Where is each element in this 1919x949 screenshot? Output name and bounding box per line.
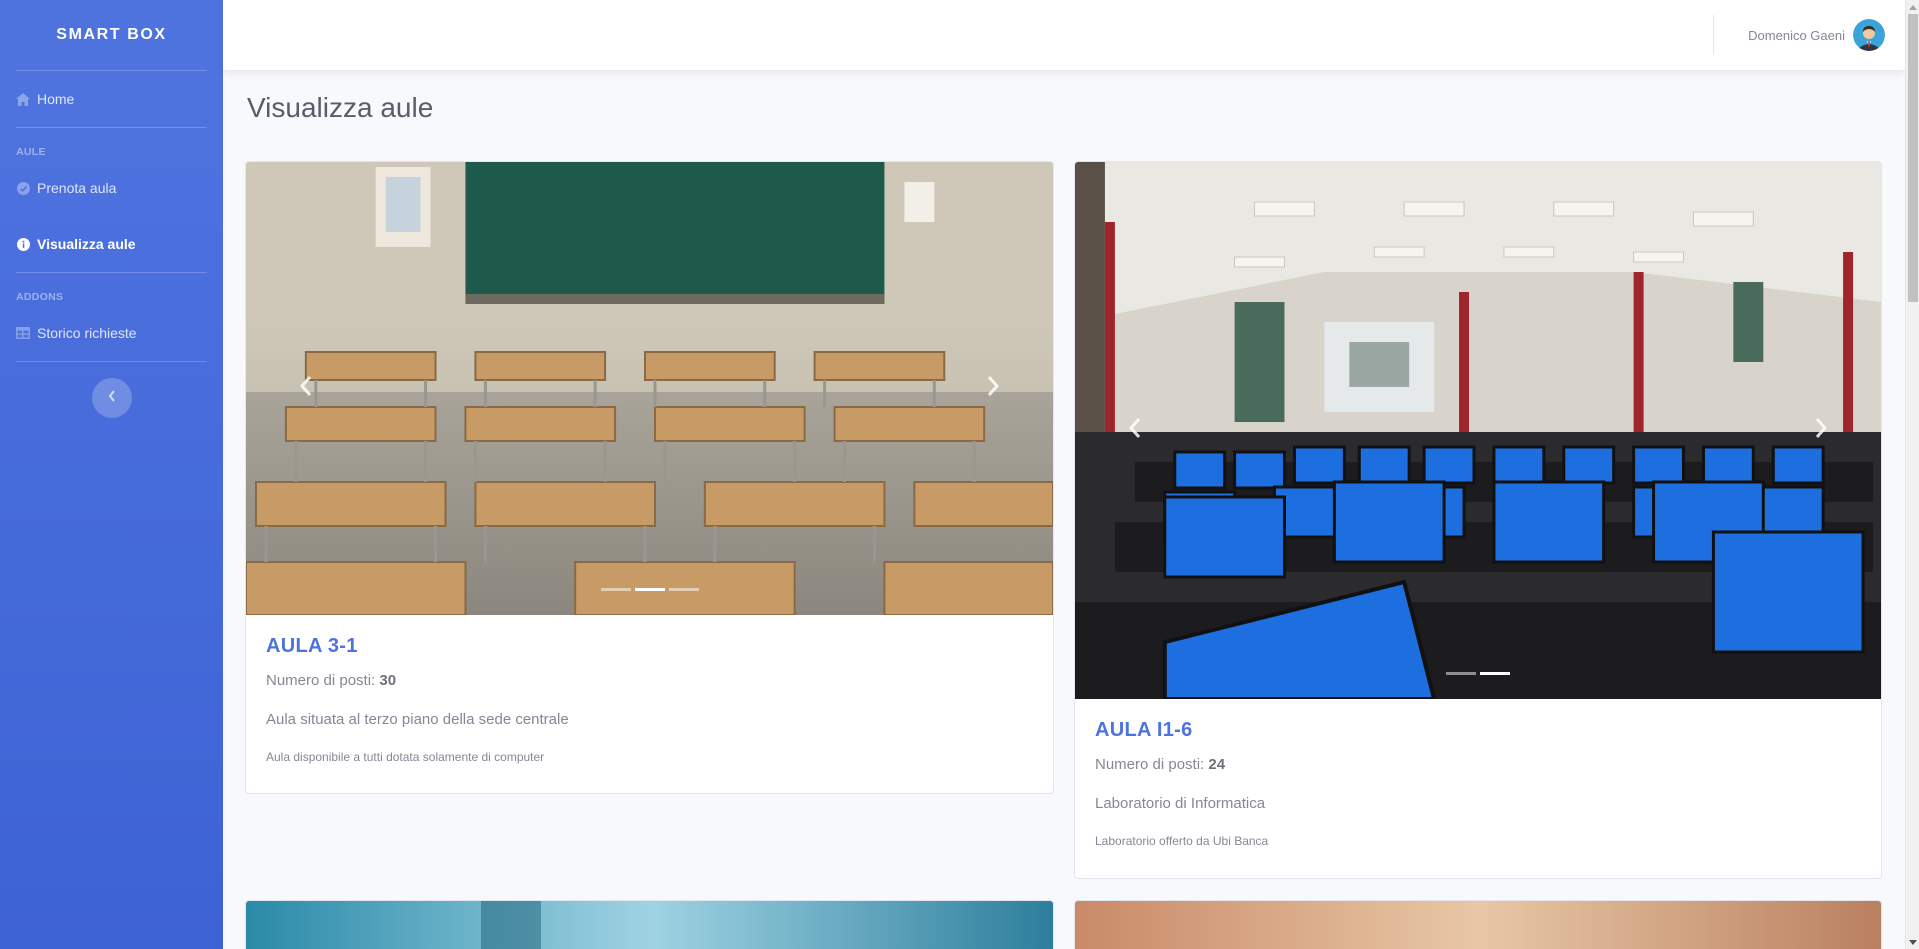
info-circle-icon [16, 237, 30, 251]
sidebar-item-prenota-aula[interactable]: Prenota aula [0, 160, 223, 216]
chevron-left-icon [1128, 417, 1142, 444]
room-title: AULA 3-1 [266, 635, 358, 657]
carousel-indicator[interactable] [1446, 672, 1476, 675]
room-card: AULA I1-6 Numero di posti: 24 Laboratori… [1074, 161, 1882, 879]
seats-label: Numero di posti: [1095, 756, 1209, 773]
scroll-down-arrow-icon[interactable] [1906, 935, 1919, 949]
seats-value: 24 [1208, 756, 1226, 773]
scroll-up-arrow-icon[interactable] [1906, 0, 1919, 14]
sidebar-item-label: Home [37, 91, 75, 107]
user-name: Domenico Gaeni [1748, 27, 1845, 43]
carousel-indicator[interactable] [668, 588, 699, 591]
carousel-indicator[interactable] [634, 588, 665, 591]
page-title: Visualizza aule [247, 92, 434, 123]
carousel-indicators [1075, 672, 1881, 675]
sidebar: SMART BOX Home AULE Prenota aula Visuali… [0, 0, 223, 949]
room-title: AULA I1-6 [1095, 719, 1193, 741]
sidebar-item-home[interactable]: Home [0, 71, 223, 127]
chevron-right-icon [986, 375, 1000, 402]
room-note: Laboratorio offerto da Ubi Banca [1095, 834, 1269, 848]
room-photo [1075, 901, 1881, 949]
sidebar-toggle-wrap [0, 362, 223, 418]
room-description: Laboratorio di Informatica [1095, 795, 1266, 812]
room-photo [246, 901, 1053, 949]
topbar-divider [1713, 15, 1714, 55]
room-seats: Numero di posti: 30 [266, 672, 1033, 689]
room-image-carousel [246, 162, 1053, 615]
room-seats: Numero di posti: 24 [1095, 756, 1861, 773]
room-card-body: AULA 3-1 Numero di posti: 30 Aula situat… [246, 615, 1053, 784]
seats-value: 30 [379, 672, 397, 689]
room-card [245, 900, 1054, 949]
sidebar-heading-aule: AULE [16, 146, 46, 158]
carousel-indicators [246, 588, 1053, 591]
sidebar-item-label: Visualizza aule [37, 236, 136, 252]
scrollbar-thumb[interactable] [1908, 14, 1918, 302]
room-description: Aula situata al terzo piano della sede c… [266, 711, 569, 728]
room-card [1074, 900, 1882, 949]
carousel-indicator[interactable] [600, 588, 631, 591]
classroom-photo [246, 162, 1053, 615]
room-image-carousel [1075, 162, 1881, 699]
sidebar-item-label: Storico richieste [37, 325, 137, 341]
check-circle-icon [16, 181, 30, 195]
topbar: Domenico Gaeni [223, 0, 1905, 70]
carousel-indicator[interactable] [1480, 672, 1510, 675]
brand-logo[interactable]: SMART BOX [0, 0, 223, 70]
sidebar-item-visualizza-aule[interactable]: Visualizza aule [0, 216, 223, 272]
page-scrollbar[interactable] [1905, 0, 1919, 949]
carousel-next-button[interactable] [1761, 162, 1881, 699]
carousel-prev-button[interactable] [246, 162, 366, 615]
table-icon [16, 326, 30, 340]
user-menu[interactable]: Domenico Gaeni [1748, 0, 1885, 70]
chevron-left-icon [299, 375, 313, 402]
carousel-prev-button[interactable] [1075, 162, 1195, 699]
sidebar-item-label: Prenota aula [37, 180, 117, 196]
sidebar-heading-addons: ADDONS [16, 291, 64, 303]
home-icon [16, 92, 30, 106]
sidebar-toggle-button[interactable] [91, 378, 132, 418]
room-note: Aula disponibile a tutti dotata solament… [266, 750, 545, 764]
carousel-next-button[interactable] [933, 162, 1053, 615]
room-card: AULA 3-1 Numero di posti: 30 Aula situat… [245, 161, 1054, 794]
room-card-body: AULA I1-6 Numero di posti: 24 Laboratori… [1075, 699, 1881, 868]
seats-label: Numero di posti: [266, 672, 380, 689]
sidebar-item-storico-richieste[interactable]: Storico richieste [0, 305, 223, 361]
chevron-left-icon [108, 389, 116, 407]
chevron-right-icon [1814, 417, 1828, 444]
avatar [1853, 19, 1885, 51]
